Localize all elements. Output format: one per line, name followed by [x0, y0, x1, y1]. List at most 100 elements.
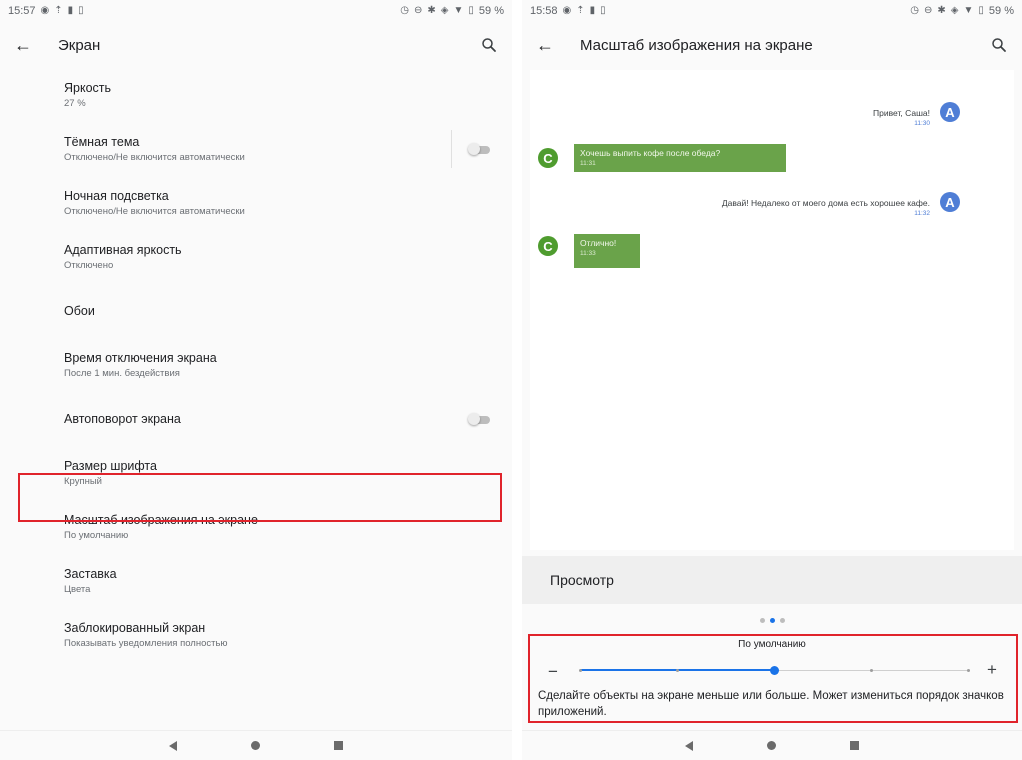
setting-summary: Отключено/Не включится автоматически	[64, 152, 245, 163]
setting-summary: Показывать уведомления полностью	[64, 638, 228, 649]
setting-auto-rotate[interactable]: Автоповорот экрана	[0, 392, 512, 446]
page-dot[interactable]	[759, 618, 765, 623]
vibrate-icon: ◈	[440, 5, 449, 16]
search-icon[interactable]	[480, 36, 498, 54]
slider-tick	[676, 669, 679, 672]
message-time: 11:33	[580, 250, 596, 258]
message-outgoing: Хочешь выпить кофе после обеда? 11:31	[574, 144, 786, 172]
dark-theme-toggle[interactable]	[468, 143, 490, 155]
nav-home-icon[interactable]	[251, 741, 260, 750]
message-incoming: Давай! Недалеко от моего дома есть хорош…	[630, 198, 930, 217]
setting-summary: Цвета	[64, 584, 91, 595]
setting-night-light[interactable]: Ночная подсветка Отключено/Не включится …	[0, 176, 512, 230]
setting-summary: Крупный	[64, 476, 102, 487]
slider-tick	[967, 669, 970, 672]
sd-card-icon: ▯	[78, 5, 84, 16]
dnd-icon: ⊖	[414, 5, 423, 16]
setting-lock-screen[interactable]: Заблокированный экран Показывать уведомл…	[0, 608, 512, 662]
page-title: Экран	[58, 36, 101, 54]
nav-back-icon[interactable]	[685, 740, 693, 751]
setting-label: Адаптивная яркость	[64, 243, 182, 257]
avatar: C	[538, 236, 558, 256]
battery-icon: ▯	[978, 5, 984, 16]
page-dot[interactable]	[779, 618, 785, 623]
setting-label: Тёмная тема	[64, 135, 140, 149]
setting-label: Заставка	[64, 567, 117, 581]
setting-summary: 27 %	[64, 98, 86, 109]
auto-rotate-toggle[interactable]	[468, 413, 490, 425]
setting-adaptive-brightness[interactable]: Адаптивная яркость Отключено	[0, 230, 512, 284]
avatar: A	[940, 102, 960, 122]
app-bar: ← Масштаб изображения на экране	[522, 22, 1022, 68]
toggle-thumb	[468, 143, 480, 155]
setting-screen-timeout[interactable]: Время отключения экрана После 1 мин. без…	[0, 338, 512, 392]
message-text: Привет, Саша!	[873, 108, 930, 118]
decrease-size-button[interactable]: −	[548, 662, 558, 682]
display-size-slider[interactable]	[579, 666, 970, 675]
status-time: 15:57	[8, 5, 36, 17]
dnd-icon: ⊖	[924, 5, 933, 16]
nav-back-icon[interactable]	[169, 740, 177, 751]
slider-thumb[interactable]	[770, 666, 779, 675]
setting-label: Обои	[64, 304, 95, 318]
setting-label: Ночная подсветка	[64, 189, 169, 203]
vibrate-icon: ◈	[950, 5, 959, 16]
sim-card-icon: ▮	[67, 5, 74, 16]
upload-icon: ⇡	[54, 5, 63, 16]
status-bar: 15:58 ◉ ⇡ ▮ ▯ ◷ ⊖ ✱ ◈ ▼ ▯ 59 %	[522, 0, 1022, 22]
navigation-bar	[0, 730, 512, 760]
message-time: 11:30	[914, 120, 930, 127]
back-arrow-icon[interactable]: ←	[536, 35, 564, 56]
setting-wallpaper[interactable]: Обои	[0, 284, 512, 338]
setting-dark-theme[interactable]: Тёмная тема Отключено/Не включится автом…	[0, 122, 512, 176]
slider-tick	[870, 669, 873, 672]
preview-title: Просмотр	[522, 556, 1022, 604]
sd-card-icon: ▯	[600, 5, 606, 16]
page-dot[interactable]	[769, 618, 775, 623]
alarm-icon: ◷	[910, 5, 920, 16]
increase-size-button[interactable]: +	[987, 660, 997, 680]
notification-icon: ◉	[562, 5, 572, 16]
notification-icon: ◉	[40, 5, 50, 16]
page-title: Масштаб изображения на экране	[580, 36, 813, 54]
setting-label: Автоповорот экрана	[64, 412, 181, 426]
navigation-bar	[522, 730, 1022, 760]
setting-summary: Отключено/Не включится автоматически	[64, 206, 245, 217]
setting-label: Размер шрифта	[64, 459, 157, 473]
setting-display-size[interactable]: Масштаб изображения на экране По умолчан…	[0, 500, 512, 554]
toggle-thumb	[468, 413, 480, 425]
divider	[451, 130, 452, 168]
bluetooth-icon: ✱	[427, 5, 436, 16]
alarm-icon: ◷	[400, 5, 410, 16]
back-arrow-icon[interactable]: ←	[14, 35, 42, 56]
preview-pane: Привет, Саша! 11:30 A C Хочешь выпить ко…	[530, 70, 1014, 550]
scale-value-label: По умолчанию	[738, 639, 806, 650]
wifi-icon: ▼	[963, 5, 974, 16]
nav-recents-icon[interactable]	[850, 741, 859, 750]
preview-label: Просмотр	[550, 572, 614, 588]
upload-icon: ⇡	[576, 5, 585, 16]
search-icon[interactable]	[990, 36, 1008, 54]
setting-summary: По умолчанию	[64, 530, 129, 541]
setting-label: Заблокированный экран	[64, 621, 206, 635]
message-outgoing: Отлично! 11:33	[574, 234, 640, 268]
setting-label: Время отключения экрана	[64, 351, 217, 365]
sim-card-icon: ▮	[589, 5, 596, 16]
setting-brightness[interactable]: Яркость 27 %	[0, 68, 512, 122]
status-bar: 15:57 ◉ ⇡ ▮ ▯ ◷ ⊖ ✱ ◈ ▼ ▯ 59 %	[0, 0, 512, 22]
avatar: A	[940, 192, 960, 212]
setting-font-size[interactable]: Размер шрифта Крупный	[0, 446, 512, 500]
page-indicator[interactable]	[522, 618, 1022, 623]
screen-settings: 15:57 ◉ ⇡ ▮ ▯ ◷ ⊖ ✱ ◈ ▼ ▯ 59 % ← Экран Я…	[0, 0, 512, 760]
status-time: 15:58	[530, 5, 558, 17]
bluetooth-icon: ✱	[937, 5, 946, 16]
setting-screensaver[interactable]: Заставка Цвета	[0, 554, 512, 608]
scale-panel: По умолчанию − + Сделайте объекты на экр…	[522, 636, 1022, 726]
battery-icon: ▯	[468, 5, 474, 16]
slider-tick	[579, 669, 582, 672]
screen-display-size: 15:58 ◉ ⇡ ▮ ▯ ◷ ⊖ ✱ ◈ ▼ ▯ 59 % ← Масштаб…	[522, 0, 1022, 760]
nav-recents-icon[interactable]	[334, 741, 343, 750]
wifi-icon: ▼	[453, 5, 464, 16]
battery-percent: 59 %	[478, 5, 504, 17]
nav-home-icon[interactable]	[767, 741, 776, 750]
